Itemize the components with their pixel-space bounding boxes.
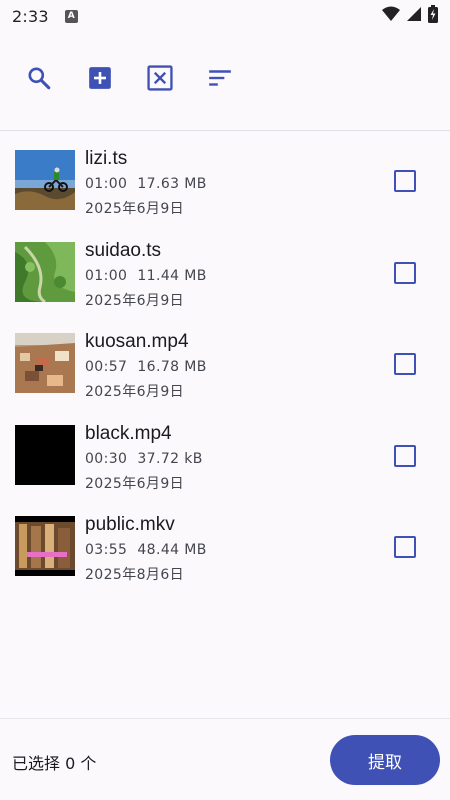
file-checkbox[interactable] xyxy=(394,170,416,192)
file-size: 17.63 MB xyxy=(137,176,207,192)
video-thumbnail xyxy=(15,241,75,302)
file-date: 2025年6月9日 xyxy=(85,201,185,217)
file-row[interactable]: black.mp4 00:30 37.72 kB 2025年6月9日 xyxy=(0,410,450,502)
extract-button[interactable]: 提取 xyxy=(330,735,440,785)
video-thumbnail xyxy=(15,424,75,485)
file-checkbox[interactable] xyxy=(394,444,416,467)
file-duration: 00:57 xyxy=(85,359,128,375)
video-thumbnail xyxy=(15,333,75,393)
add-box-icon xyxy=(87,65,113,95)
sort-button[interactable] xyxy=(205,65,235,95)
file-meta: 03:55 48.44 MB xyxy=(85,542,207,558)
status-icons xyxy=(382,5,438,27)
status-bar: 2:33 A xyxy=(0,0,450,32)
file-size: 37.72 kB xyxy=(137,450,203,467)
file-checkbox[interactable] xyxy=(394,536,416,558)
file-meta: 00:57 16.78 MB xyxy=(85,359,207,375)
file-date: 2025年6月9日 xyxy=(85,384,185,400)
file-meta: 01:00 17.63 MB xyxy=(85,176,207,192)
close-box-icon xyxy=(146,64,174,96)
video-thumbnail xyxy=(15,516,75,576)
file-size: 48.44 MB xyxy=(137,542,207,558)
footer-bar: 已选择 0 个 提取 xyxy=(0,719,450,800)
file-duration: 03:55 xyxy=(85,542,128,558)
signal-icon xyxy=(406,6,422,26)
file-list: lizi.ts 01:00 17.63 MB 2025年6月9日 suidao.t… xyxy=(0,135,450,593)
clear-selection-button[interactable] xyxy=(145,65,175,95)
file-duration: 01:00 xyxy=(85,176,128,192)
search-icon xyxy=(26,65,52,95)
file-row[interactable]: suidao.ts 01:00 11.44 MB 2025年6月9日 xyxy=(0,227,450,319)
file-checkbox[interactable] xyxy=(394,353,416,375)
wifi-icon xyxy=(382,6,400,26)
toolbar xyxy=(0,52,450,108)
file-name: suidao.ts xyxy=(85,239,162,261)
file-size: 11.44 MB xyxy=(137,267,207,284)
toolbar-divider xyxy=(0,130,450,131)
file-name: lizi.ts xyxy=(85,148,128,169)
file-checkbox[interactable] xyxy=(394,261,416,284)
battery-icon xyxy=(428,5,438,27)
file-duration: 00:30 xyxy=(85,450,128,467)
sort-icon xyxy=(207,65,233,95)
file-name: public.mkv xyxy=(85,514,175,535)
file-meta: 00:30 37.72 kB xyxy=(85,451,203,467)
file-row[interactable]: kuosan.mp4 00:57 16.78 MB 2025年6月9日 xyxy=(0,318,450,410)
file-date: 2025年8月6日 xyxy=(85,567,185,583)
video-thumbnail xyxy=(15,150,75,210)
file-row[interactable]: lizi.ts 01:00 17.63 MB 2025年6月9日 xyxy=(0,135,450,227)
status-time: 2:33 xyxy=(12,6,49,26)
file-date: 2025年6月9日 xyxy=(85,292,185,309)
file-row[interactable]: public.mkv 03:55 48.44 MB 2025年8月6日 xyxy=(0,501,450,593)
file-meta: 01:00 11.44 MB xyxy=(85,268,207,284)
selected-count: 已选择 0 个 xyxy=(12,754,97,773)
add-file-button[interactable] xyxy=(85,65,115,95)
file-duration: 01:00 xyxy=(85,267,128,284)
notification-a-icon: A xyxy=(64,9,78,23)
file-date: 2025年6月9日 xyxy=(85,475,185,492)
search-button[interactable] xyxy=(24,65,54,95)
file-name: kuosan.mp4 xyxy=(85,331,189,352)
file-size: 16.78 MB xyxy=(137,359,207,375)
file-name: black.mp4 xyxy=(85,422,172,444)
